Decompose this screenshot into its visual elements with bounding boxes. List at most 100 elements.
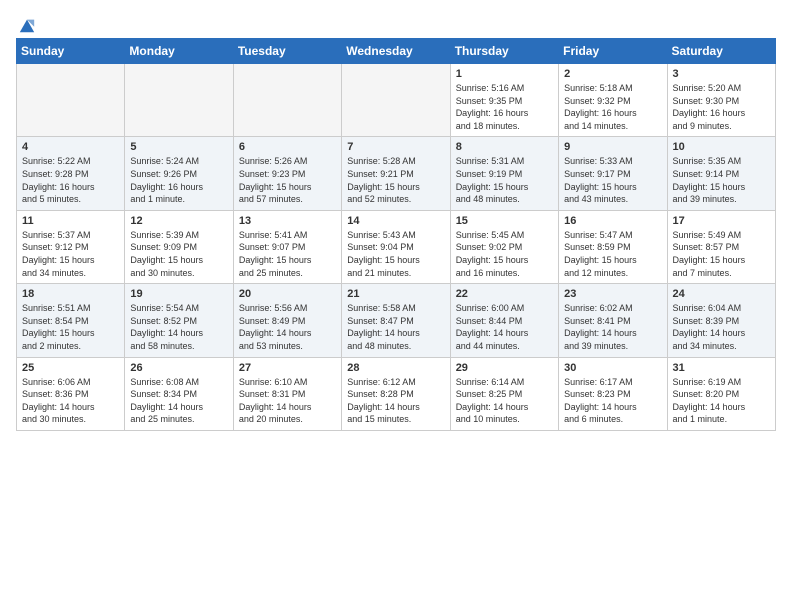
day-number: 9 — [564, 141, 661, 153]
day-info: Sunrise: 5:54 AM Sunset: 8:52 PM Dayligh… — [130, 302, 227, 352]
day-number: 6 — [239, 141, 336, 153]
day-info: Sunrise: 5:20 AM Sunset: 9:30 PM Dayligh… — [673, 82, 770, 132]
day-info: Sunrise: 6:10 AM Sunset: 8:31 PM Dayligh… — [239, 376, 336, 426]
day-info: Sunrise: 5:35 AM Sunset: 9:14 PM Dayligh… — [673, 155, 770, 205]
day-number: 2 — [564, 68, 661, 80]
day-info: Sunrise: 5:18 AM Sunset: 9:32 PM Dayligh… — [564, 82, 661, 132]
day-info: Sunrise: 5:49 AM Sunset: 8:57 PM Dayligh… — [673, 229, 770, 279]
logo-icon — [18, 16, 36, 34]
day-number: 22 — [456, 288, 553, 300]
day-number: 8 — [456, 141, 553, 153]
calendar-cell: 31 Sunrise: 6:19 AM Sunset: 8:20 PM Dayli… — [667, 357, 775, 430]
day-number: 21 — [347, 288, 444, 300]
day-info: Sunrise: 6:17 AM Sunset: 8:23 PM Dayligh… — [564, 376, 661, 426]
day-number: 30 — [564, 362, 661, 374]
calendar-cell: 6 Sunrise: 5:26 AM Sunset: 9:23 PM Daylig… — [233, 137, 341, 210]
calendar-cell: 24 Sunrise: 6:04 AM Sunset: 8:39 PM Dayli… — [667, 284, 775, 357]
day-number: 4 — [22, 141, 119, 153]
day-number: 31 — [673, 362, 770, 374]
day-info: Sunrise: 6:04 AM Sunset: 8:39 PM Dayligh… — [673, 302, 770, 352]
calendar-cell: 27 Sunrise: 6:10 AM Sunset: 8:31 PM Dayli… — [233, 357, 341, 430]
calendar-cell: 13Sunrise: 5:41 AM Sunset: 9:07 PM Dayli… — [233, 210, 341, 283]
day-number: 29 — [456, 362, 553, 374]
calendar-cell: 14 Sunrise: 5:43 AM Sunset: 9:04 PM Dayli… — [342, 210, 450, 283]
day-number: 1 — [456, 68, 553, 80]
calendar-cell: 29 Sunrise: 6:14 AM Sunset: 8:25 PM Dayli… — [450, 357, 558, 430]
day-number: 18 — [22, 288, 119, 300]
calendar-table: SundayMondayTuesdayWednesdayThursdayFrid… — [16, 38, 776, 431]
day-number: 10 — [673, 141, 770, 153]
day-number: 12 — [130, 215, 227, 227]
day-info: Sunrise: 5:26 AM Sunset: 9:23 PM Dayligh… — [239, 155, 336, 205]
weekday-header-tuesday: Tuesday — [233, 39, 341, 64]
day-info: Sunrise: 6:14 AM Sunset: 8:25 PM Dayligh… — [456, 376, 553, 426]
day-info: Sunrise: 5:37 AM Sunset: 9:12 PM Dayligh… — [22, 229, 119, 279]
day-number: 19 — [130, 288, 227, 300]
calendar-cell: 18 Sunrise: 5:51 AM Sunset: 8:54 PM Dayli… — [17, 284, 125, 357]
calendar-cell: 1Sunrise: 5:16 AM Sunset: 9:35 PM Daylig… — [450, 64, 558, 137]
day-info: Sunrise: 5:45 AM Sunset: 9:02 PM Dayligh… — [456, 229, 553, 279]
day-number: 13 — [239, 215, 336, 227]
day-info: Sunrise: 5:31 AM Sunset: 9:19 PM Dayligh… — [456, 155, 553, 205]
day-info: Sunrise: 5:43 AM Sunset: 9:04 PM Dayligh… — [347, 229, 444, 279]
calendar-cell: 10 Sunrise: 5:35 AM Sunset: 9:14 PM Dayli… — [667, 137, 775, 210]
weekday-header-friday: Friday — [559, 39, 667, 64]
day-info: Sunrise: 5:47 AM Sunset: 8:59 PM Dayligh… — [564, 229, 661, 279]
calendar-cell: 22 Sunrise: 6:00 AM Sunset: 8:44 PM Dayli… — [450, 284, 558, 357]
weekday-header-thursday: Thursday — [450, 39, 558, 64]
day-info: Sunrise: 5:58 AM Sunset: 8:47 PM Dayligh… — [347, 302, 444, 352]
calendar-cell: 15 Sunrise: 5:45 AM Sunset: 9:02 PM Dayli… — [450, 210, 558, 283]
calendar-cell — [125, 64, 233, 137]
day-number: 11 — [22, 215, 119, 227]
day-info: Sunrise: 6:08 AM Sunset: 8:34 PM Dayligh… — [130, 376, 227, 426]
day-number: 7 — [347, 141, 444, 153]
weekday-header-sunday: Sunday — [17, 39, 125, 64]
calendar-cell: 28Sunrise: 6:12 AM Sunset: 8:28 PM Dayli… — [342, 357, 450, 430]
calendar-cell: 7Sunrise: 5:28 AM Sunset: 9:21 PM Daylig… — [342, 137, 450, 210]
day-number: 3 — [673, 68, 770, 80]
day-info: Sunrise: 6:19 AM Sunset: 8:20 PM Dayligh… — [673, 376, 770, 426]
calendar-cell: 2 Sunrise: 5:18 AM Sunset: 9:32 PM Daylig… — [559, 64, 667, 137]
weekday-header-saturday: Saturday — [667, 39, 775, 64]
page-header — [16, 16, 776, 30]
calendar-week-row: 25Sunrise: 6:06 AM Sunset: 8:36 PM Dayli… — [17, 357, 776, 430]
day-number: 14 — [347, 215, 444, 227]
day-number: 20 — [239, 288, 336, 300]
logo — [16, 16, 36, 30]
day-number: 24 — [673, 288, 770, 300]
calendar-cell: 19 Sunrise: 5:54 AM Sunset: 8:52 PM Dayli… — [125, 284, 233, 357]
day-number: 16 — [564, 215, 661, 227]
calendar-cell: 25Sunrise: 6:06 AM Sunset: 8:36 PM Dayli… — [17, 357, 125, 430]
calendar-week-row: 11 Sunrise: 5:37 AM Sunset: 9:12 PM Dayli… — [17, 210, 776, 283]
day-info: Sunrise: 5:39 AM Sunset: 9:09 PM Dayligh… — [130, 229, 227, 279]
day-number: 5 — [130, 141, 227, 153]
calendar-week-row: 1Sunrise: 5:16 AM Sunset: 9:35 PM Daylig… — [17, 64, 776, 137]
day-info: Sunrise: 6:06 AM Sunset: 8:36 PM Dayligh… — [22, 376, 119, 426]
calendar-cell — [233, 64, 341, 137]
calendar-week-row: 4 Sunrise: 5:22 AM Sunset: 9:28 PM Daylig… — [17, 137, 776, 210]
day-number: 27 — [239, 362, 336, 374]
calendar-cell: 26 Sunrise: 6:08 AM Sunset: 8:34 PM Dayli… — [125, 357, 233, 430]
day-info: Sunrise: 5:51 AM Sunset: 8:54 PM Dayligh… — [22, 302, 119, 352]
day-number: 15 — [456, 215, 553, 227]
day-info: Sunrise: 6:02 AM Sunset: 8:41 PM Dayligh… — [564, 302, 661, 352]
calendar-week-row: 18 Sunrise: 5:51 AM Sunset: 8:54 PM Dayli… — [17, 284, 776, 357]
calendar-cell: 4 Sunrise: 5:22 AM Sunset: 9:28 PM Daylig… — [17, 137, 125, 210]
calendar-cell: 3 Sunrise: 5:20 AM Sunset: 9:30 PM Daylig… — [667, 64, 775, 137]
calendar-cell — [17, 64, 125, 137]
day-number: 23 — [564, 288, 661, 300]
calendar-cell: 21 Sunrise: 5:58 AM Sunset: 8:47 PM Dayli… — [342, 284, 450, 357]
calendar-cell: 17 Sunrise: 5:49 AM Sunset: 8:57 PM Dayli… — [667, 210, 775, 283]
calendar-cell: 12 Sunrise: 5:39 AM Sunset: 9:09 PM Dayli… — [125, 210, 233, 283]
day-info: Sunrise: 5:22 AM Sunset: 9:28 PM Dayligh… — [22, 155, 119, 205]
day-number: 26 — [130, 362, 227, 374]
day-number: 17 — [673, 215, 770, 227]
calendar-cell: 23 Sunrise: 6:02 AM Sunset: 8:41 PM Dayli… — [559, 284, 667, 357]
calendar-cell: 8 Sunrise: 5:31 AM Sunset: 9:19 PM Daylig… — [450, 137, 558, 210]
day-info: Sunrise: 6:00 AM Sunset: 8:44 PM Dayligh… — [456, 302, 553, 352]
day-info: Sunrise: 5:33 AM Sunset: 9:17 PM Dayligh… — [564, 155, 661, 205]
calendar-cell: 5Sunrise: 5:24 AM Sunset: 9:26 PM Daylig… — [125, 137, 233, 210]
weekday-header-wednesday: Wednesday — [342, 39, 450, 64]
calendar-cell: 20Sunrise: 5:56 AM Sunset: 8:49 PM Dayli… — [233, 284, 341, 357]
calendar-cell: 16 Sunrise: 5:47 AM Sunset: 8:59 PM Dayli… — [559, 210, 667, 283]
